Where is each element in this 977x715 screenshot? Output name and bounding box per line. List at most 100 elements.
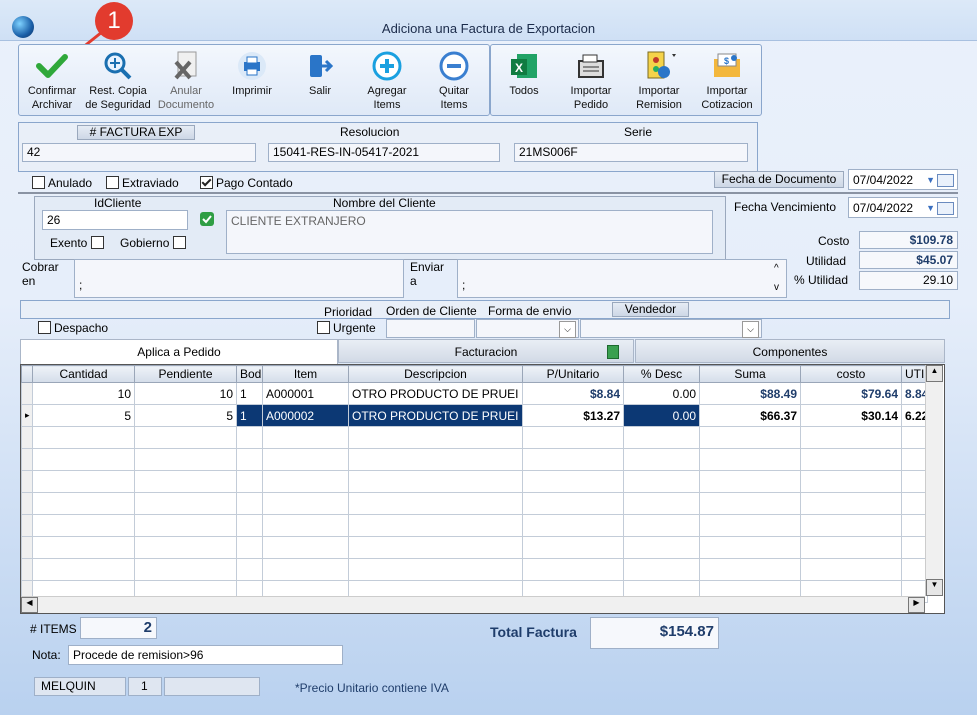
table-cell[interactable]: $66.37: [699, 404, 801, 427]
agregar-items-button[interactable]: Agregar Items: [356, 48, 418, 112]
table-cell[interactable]: [623, 514, 700, 537]
table-cell[interactable]: $30.14: [800, 404, 902, 427]
table-cell[interactable]: [236, 514, 263, 537]
scroll-up-icon[interactable]: ^: [774, 263, 779, 274]
importar-cotizacion-button[interactable]: $ Importar Cotizacion: [696, 48, 758, 112]
row-selector[interactable]: [21, 426, 33, 449]
table-cell[interactable]: [32, 536, 135, 559]
table-cell[interactable]: [236, 558, 263, 581]
table-cell[interactable]: [134, 448, 237, 471]
table-cell[interactable]: [348, 470, 523, 493]
table-cell[interactable]: 1: [236, 404, 263, 427]
table-cell[interactable]: [236, 448, 263, 471]
table-cell[interactable]: [800, 448, 902, 471]
anular-documento-button[interactable]: Anular Documento: [156, 48, 216, 112]
vertical-scrollbar[interactable]: ▲ ▼: [925, 365, 943, 596]
table-cell[interactable]: [134, 558, 237, 581]
table-cell[interactable]: [623, 558, 700, 581]
table-cell[interactable]: [800, 558, 902, 581]
table-cell[interactable]: [522, 558, 624, 581]
table-cell[interactable]: [901, 426, 928, 449]
row-selector[interactable]: [21, 448, 33, 471]
table-cell[interactable]: [800, 536, 902, 559]
tab-facturacion[interactable]: Facturacion: [338, 339, 634, 363]
rest-copia-button[interactable]: Rest. Copia de Seguridad: [84, 48, 152, 112]
table-cell[interactable]: [699, 558, 801, 581]
despacho-box[interactable]: [38, 321, 51, 334]
orden-cliente-field[interactable]: [386, 319, 475, 338]
table-cell[interactable]: [522, 492, 624, 515]
cobrar-en-field[interactable]: ;: [74, 259, 404, 298]
column-header[interactable]: UTIL: [901, 365, 928, 383]
table-cell[interactable]: [901, 558, 928, 581]
table-cell[interactable]: 6.22: [901, 404, 928, 427]
enviar-a-field[interactable]: ;: [457, 259, 787, 298]
exento-box[interactable]: [90, 236, 104, 249]
table-cell[interactable]: [623, 426, 700, 449]
gobierno-checkbox[interactable]: Gobierno: [120, 236, 189, 250]
table-cell[interactable]: 10: [134, 382, 237, 405]
table-cell[interactable]: [236, 426, 263, 449]
scroll-right-icon[interactable]: ▶: [908, 597, 925, 613]
despacho-checkbox[interactable]: Despacho: [38, 321, 108, 335]
salir-button[interactable]: Salir: [290, 48, 350, 98]
horizontal-scrollbar[interactable]: ◀ ▶: [21, 596, 925, 613]
imprimir-button[interactable]: Imprimir: [222, 48, 282, 98]
scroll-down-icon[interactable]: ▼: [926, 579, 943, 596]
column-header[interactable]: P/Unitario: [522, 365, 624, 383]
table-cell[interactable]: [262, 514, 349, 537]
dropdown-arrow-icon[interactable]: ▼: [926, 198, 935, 219]
table-cell[interactable]: [134, 470, 237, 493]
table-cell[interactable]: [134, 536, 237, 559]
fecha-documento-field[interactable]: 07/04/2022 ▼: [848, 169, 958, 190]
table-cell[interactable]: [699, 514, 801, 537]
resolucion-field[interactable]: 15041-RES-IN-05417-2021: [268, 143, 500, 162]
table-cell[interactable]: [348, 558, 523, 581]
table-cell[interactable]: $88.49: [699, 382, 801, 405]
table-cell[interactable]: [901, 536, 928, 559]
confirmar-archivar-button[interactable]: Confirmar Archivar: [22, 48, 82, 112]
table-cell[interactable]: [623, 492, 700, 515]
table-cell[interactable]: [901, 492, 928, 515]
importar-pedido-button[interactable]: Importar Pedido: [560, 48, 622, 112]
table-cell[interactable]: [522, 448, 624, 471]
table-cell[interactable]: [236, 492, 263, 515]
table-cell[interactable]: [522, 426, 624, 449]
table-row[interactable]: [21, 426, 928, 449]
table-cell[interactable]: OTRO PRODUCTO DE PRUEI: [348, 404, 523, 427]
table-cell[interactable]: [800, 514, 902, 537]
table-cell[interactable]: 1: [236, 382, 263, 405]
table-row[interactable]: ▸ 5 5 1 A000002 OTRO PRODUCTO DE PRUEI $13.27 0…: [21, 404, 928, 427]
nota-field[interactable]: Procede de remision>96: [68, 645, 343, 665]
table-cell[interactable]: [262, 558, 349, 581]
table-cell[interactable]: [623, 536, 700, 559]
table-cell[interactable]: [262, 448, 349, 471]
scroll-up-icon[interactable]: ▲: [926, 365, 943, 382]
table-cell[interactable]: [623, 448, 700, 471]
table-cell[interactable]: 10: [32, 382, 135, 405]
table-row[interactable]: [21, 558, 928, 581]
table-row[interactable]: [21, 536, 928, 559]
extraviado-box[interactable]: [106, 176, 119, 189]
column-header[interactable]: Bod: [236, 365, 263, 383]
column-header[interactable]: % Desc: [623, 365, 700, 383]
validate-check-icon[interactable]: [200, 212, 214, 226]
forma-envio-select[interactable]: ⌵: [476, 319, 579, 338]
row-selector[interactable]: [21, 470, 33, 493]
table-cell[interactable]: [348, 536, 523, 559]
fecha-vencimiento-field[interactable]: 07/04/2022 ▼: [848, 197, 958, 218]
scroll-left-icon[interactable]: ◀: [21, 597, 38, 613]
dropdown-arrow-icon[interactable]: ▼: [926, 170, 935, 191]
tab-componentes[interactable]: Componentes: [635, 339, 945, 363]
row-selector[interactable]: [21, 536, 33, 559]
row-selector[interactable]: [21, 492, 33, 515]
table-cell[interactable]: [32, 470, 135, 493]
row-selector[interactable]: [21, 514, 33, 537]
table-cell[interactable]: [800, 426, 902, 449]
table-cell[interactable]: [800, 470, 902, 493]
chevron-down-icon[interactable]: ⌵: [742, 321, 759, 338]
table-cell[interactable]: [522, 470, 624, 493]
column-header[interactable]: Item: [262, 365, 349, 383]
table-cell[interactable]: [901, 470, 928, 493]
column-header[interactable]: Descripcion: [348, 365, 523, 383]
